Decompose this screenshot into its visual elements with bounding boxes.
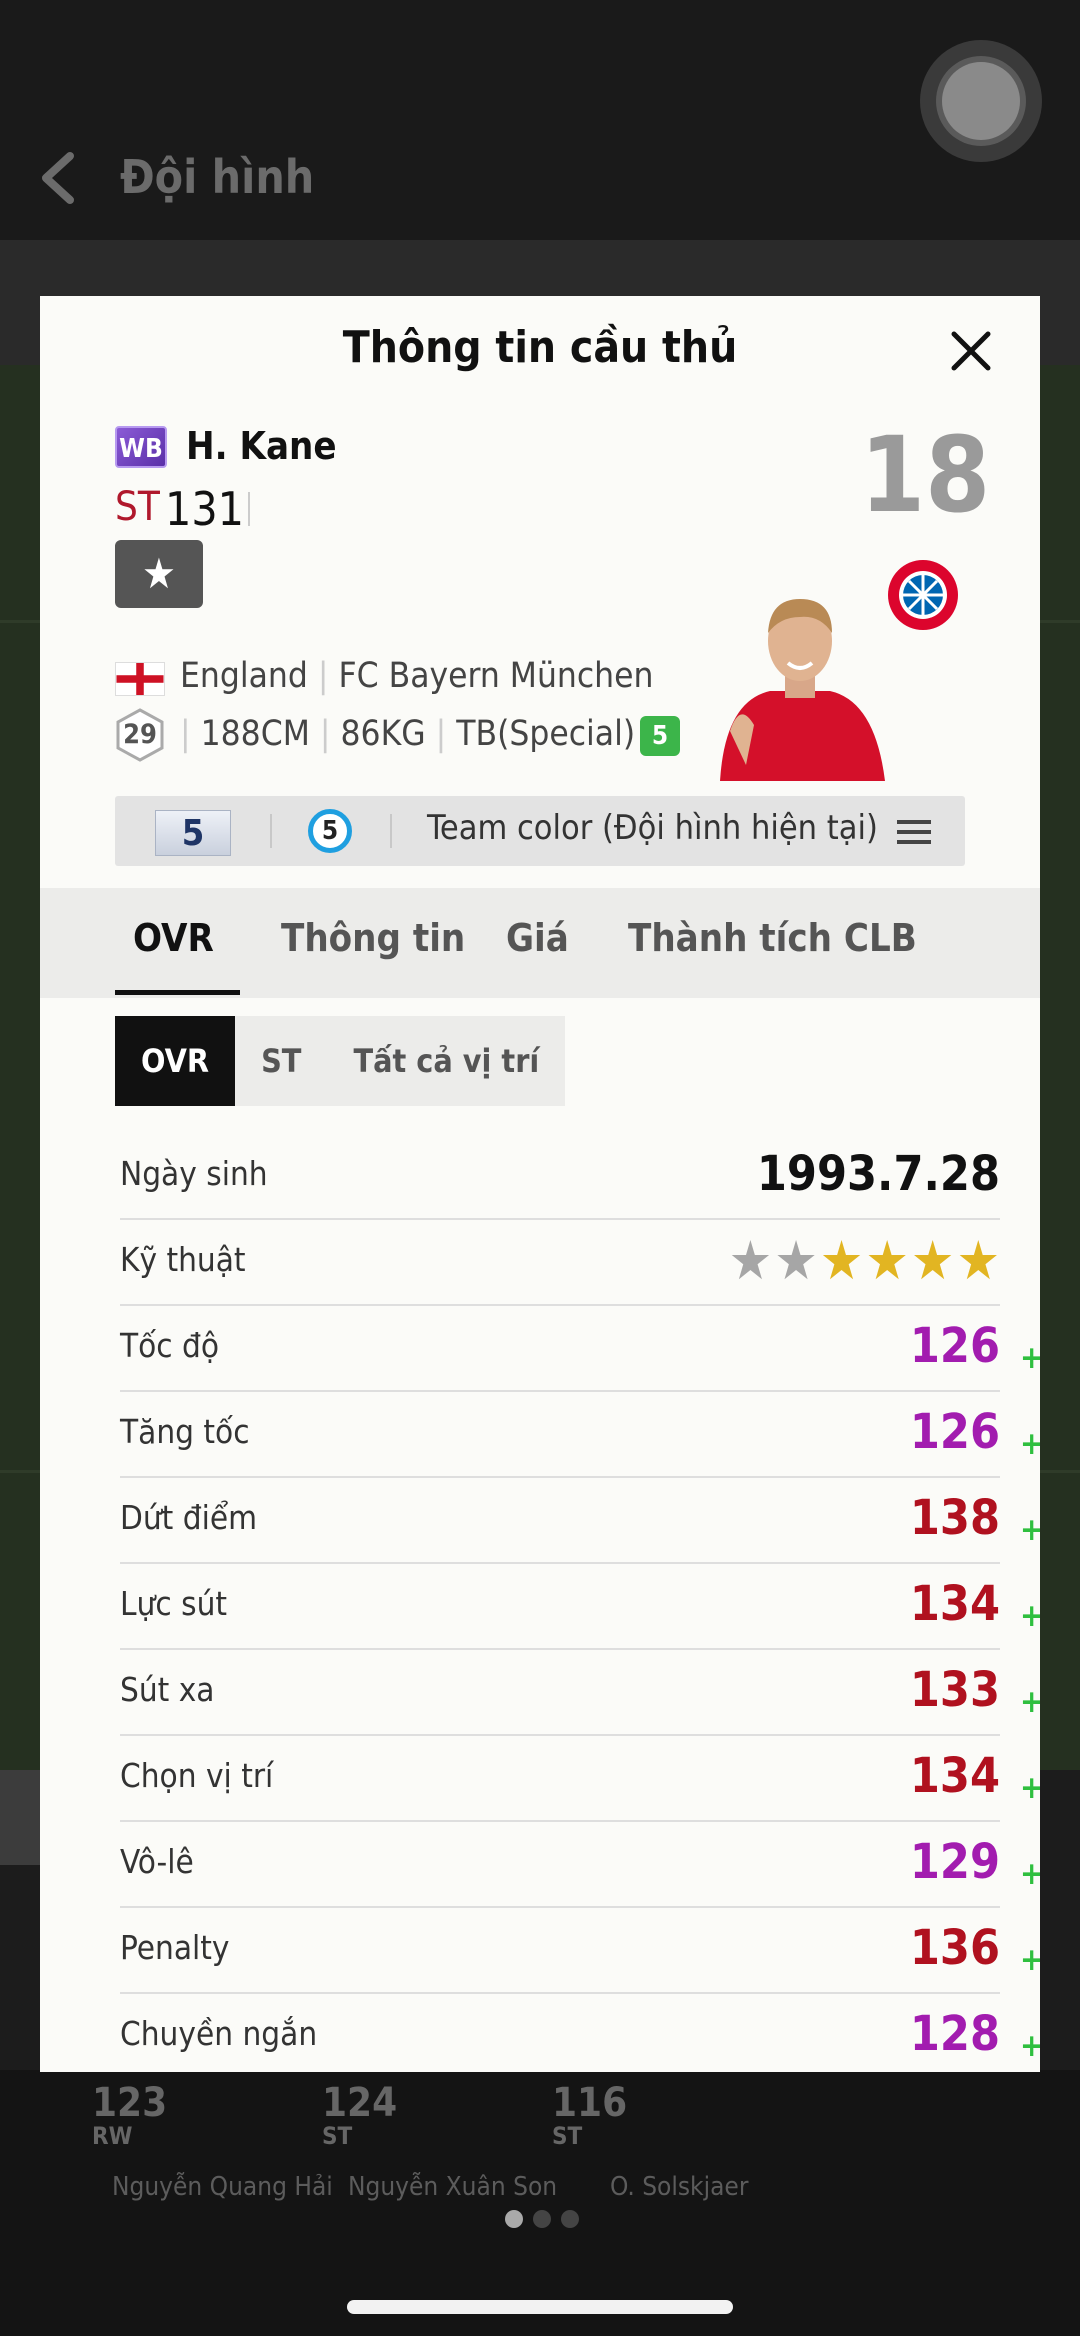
close-icon[interactable] [946, 326, 996, 376]
stat-bonus: +5 [1020, 1598, 1040, 1634]
stat-value: 134 [909, 1748, 1000, 1804]
nation-club-line: England | FC Bayern München [180, 656, 654, 696]
stat-row: Vô-lê 129 +5 [120, 1820, 1040, 1908]
stat-bonus: +5 [1020, 2028, 1040, 2064]
birthdate-value: 1993.7.28 [756, 1146, 1000, 1202]
subtab-ovr[interactable]: OVR [115, 1016, 236, 1106]
bench-card-ovr[interactable]: 123 RW [92, 2080, 167, 2150]
stat-label: Tăng tốc [120, 1412, 250, 1451]
assistive-touch-button[interactable] [920, 40, 1042, 162]
stat-label: Sút xa [120, 1670, 215, 1709]
player-info-modal: Thông tin cầu thủ WB H. Kane ST 131 ★ 18… [40, 296, 1040, 2072]
stat-value: 128 [909, 2006, 1000, 2062]
bench-card-name: O. Solskjaer [610, 2172, 749, 2202]
star-icon: ★ [774, 1229, 818, 1292]
skill-row: Kỹ thuật ★ ★ ★ ★ ★ ★ [120, 1218, 1000, 1306]
star-icon: ★ [728, 1229, 773, 1292]
divider [390, 814, 392, 848]
player-position: ST [115, 484, 160, 530]
team-color-label: Team color (Đội hình hiện tại) [427, 808, 878, 848]
stat-value: 136 [909, 1920, 1000, 1976]
stat-row: Penalty 136 +5 [120, 1906, 1040, 1994]
stat-bonus: +5 [1020, 1340, 1040, 1376]
page-indicator [505, 2210, 579, 2228]
stat-row: Sút xa 133 +5 [120, 1648, 1040, 1736]
skill-move-badge: 5 [640, 716, 680, 756]
tab-club-history[interactable]: Thành tích CLB [628, 916, 917, 960]
player-name: H. Kane [186, 424, 337, 468]
tab-ovr[interactable]: OVR [133, 916, 214, 960]
stat-bonus: +5 [1020, 1426, 1040, 1462]
favorite-star-button[interactable]: ★ [115, 540, 203, 608]
upgrade-level-badge[interactable]: 5 [155, 810, 231, 856]
stat-value: 134 [909, 1576, 1000, 1632]
bench-card-name: Nguyễn Quang Hải [112, 2172, 333, 2202]
bench-card-ovr[interactable]: 124 ST [322, 2080, 397, 2150]
level-bar: 5 5 Team color (Đội hình hiện tại) [115, 796, 965, 866]
stat-value: 126 [909, 1404, 1000, 1460]
divider [270, 814, 272, 848]
modal-title: Thông tin cầu thủ [342, 322, 738, 373]
subtab-st[interactable]: ST [235, 1016, 327, 1106]
player-age: 29 [123, 719, 157, 750]
menu-icon[interactable] [897, 818, 931, 846]
stat-label: Penalty [120, 1928, 230, 1967]
tab-price[interactable]: Giá [506, 916, 569, 960]
back-arrow-icon[interactable] [38, 152, 78, 204]
stat-label: Dứt điểm [120, 1498, 258, 1537]
bench-card-ovr[interactable]: 116 ST [552, 2080, 627, 2150]
divider [248, 492, 250, 526]
stat-label: Chọn vị trí [120, 1756, 274, 1795]
stat-row: Lực sút 134 +5 [120, 1562, 1040, 1650]
star-icon: ★ [819, 1229, 864, 1292]
stat-bonus: +5 [1020, 1942, 1040, 1978]
shirt-number: 18 [860, 414, 991, 536]
active-tab-indicator [115, 990, 240, 995]
stat-label: Lực sút [120, 1584, 228, 1623]
stat-bonus: +5 [1020, 1684, 1040, 1720]
background-page-title: Đội hình [120, 150, 315, 204]
stat-bonus: +5 [1020, 1770, 1040, 1806]
tab-info[interactable]: Thông tin [281, 916, 465, 960]
bench-card-name: Nguyễn Xuân Son [348, 2172, 558, 2202]
star-icon: ★ [956, 1229, 1000, 1292]
stat-value: 126 [909, 1318, 1000, 1374]
star-icon: ★ [910, 1229, 955, 1292]
skill-label: Kỹ thuật [120, 1240, 246, 1279]
detail-tabs: OVR Thông tin Giá Thành tích CLB [40, 888, 1040, 998]
stat-label: Tốc độ [120, 1326, 220, 1365]
stat-value: 133 [909, 1662, 1000, 1718]
training-level-badge[interactable]: 5 [308, 809, 352, 853]
stat-row: Tăng tốc 126 +5 [120, 1390, 1040, 1478]
stat-label: Chuyền ngắn [120, 2014, 318, 2053]
stat-subtabs: OVR ST Tất cả vị trí [115, 1016, 566, 1106]
birthdate-row: Ngày sinh 1993.7.28 [120, 1132, 1000, 1220]
stat-row: Dứt điểm 138 +6 [120, 1476, 1040, 1564]
season-badge: WB [115, 426, 167, 468]
stat-row: Tốc độ 126 +5 [120, 1304, 1040, 1392]
stat-bonus: +5 [1020, 1856, 1040, 1892]
stat-row: Chuyền ngắn 128 +5 [120, 1992, 1040, 2072]
player-body-type: TB(Special) [456, 714, 636, 754]
nation-name: England [180, 656, 308, 696]
stat-row: Chọn vị trí 134 +5 [120, 1734, 1040, 1822]
physical-info-line: | 188CM | 86KG | TB(Special) | [180, 714, 656, 754]
england-flag-icon [115, 662, 165, 696]
background-header [0, 0, 1080, 240]
player-weight: 86KG [340, 714, 426, 754]
stat-value: 129 [909, 1834, 1000, 1890]
player-ovr: 131 [165, 482, 244, 536]
stat-value: 138 [909, 1490, 1000, 1546]
club-name: FC Bayern München [338, 656, 654, 696]
player-photo [720, 599, 885, 781]
stat-bonus: +6 [1020, 1512, 1040, 1548]
player-height: 188CM [200, 714, 310, 754]
home-indicator[interactable] [347, 2300, 733, 2314]
birthdate-label: Ngày sinh [120, 1154, 268, 1193]
skill-star-rating: ★ ★ ★ ★ ★ ★ [728, 1229, 1000, 1292]
subtab-all-positions[interactable]: Tất cả vị trí [327, 1016, 565, 1106]
star-icon: ★ [865, 1229, 909, 1292]
stat-label: Vô-lê [120, 1842, 194, 1881]
